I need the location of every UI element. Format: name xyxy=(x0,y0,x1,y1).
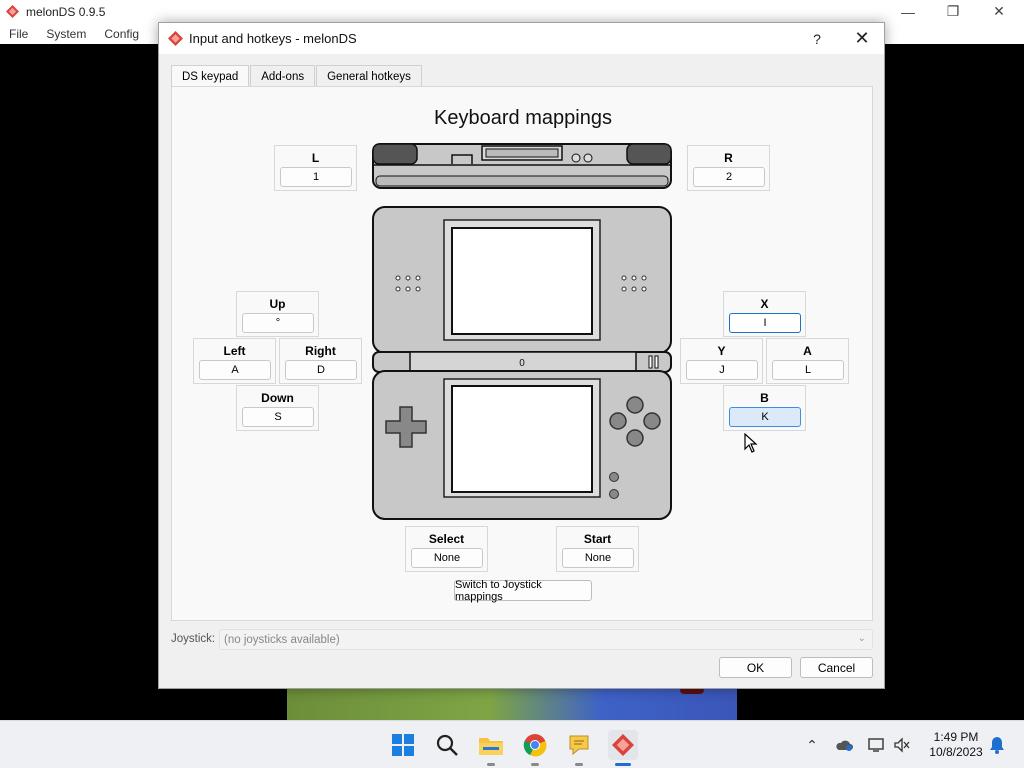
search-icon[interactable] xyxy=(433,731,461,759)
taskbar: ⌃ 1:49 PM 10/8/2023 xyxy=(0,720,1024,768)
start-icon[interactable] xyxy=(389,731,417,759)
mapping-left: Left A xyxy=(193,338,276,384)
melonds-dialog-icon xyxy=(168,31,183,46)
cancel-button[interactable]: Cancel xyxy=(800,657,873,678)
menu-file[interactable]: File xyxy=(0,27,37,41)
mapping-label-select: Select xyxy=(428,532,465,546)
melonds-running-indicator xyxy=(615,763,631,766)
dialog-title: Input and hotkeys - melonDS xyxy=(189,31,357,46)
ds-bottom-half xyxy=(372,370,672,520)
key-button-up[interactable]: ° xyxy=(242,313,314,333)
joystick-select[interactable]: (no joysticks available) ⌄ xyxy=(219,629,873,650)
close-dialog-button[interactable]: ✕ xyxy=(839,23,885,54)
volume-muted-icon[interactable] xyxy=(891,735,913,755)
mapping-l: L 1 xyxy=(274,145,357,191)
onedrive-icon[interactable] xyxy=(833,735,855,755)
mapping-b: B K xyxy=(723,385,806,431)
ds-keypad-panel: Keyboard mappings 0 L 1 R 2 Up ° Left A … xyxy=(171,86,873,621)
joystick-label: Joystick: xyxy=(171,633,216,645)
close-app-button[interactable]: ✕ xyxy=(976,0,1022,23)
key-button-y[interactable]: J xyxy=(686,360,758,380)
mapping-label-b: B xyxy=(760,391,769,405)
joystick-select-value: (no joysticks available) xyxy=(224,633,340,646)
help-button[interactable]: ? xyxy=(799,23,835,54)
mapping-down: Down S xyxy=(236,385,319,431)
game-screen xyxy=(287,688,737,720)
mapping-label-right: Right xyxy=(305,344,336,358)
key-button-start[interactable]: None xyxy=(562,548,634,568)
nintendo-ds-illustration: 0 xyxy=(372,143,672,520)
tab-ds-keypad[interactable]: DS keypad xyxy=(171,65,250,88)
key-button-r[interactable]: 2 xyxy=(693,167,765,187)
tab-general-hotkeys[interactable]: General hotkeys xyxy=(316,65,422,87)
restore-button[interactable]: ❐ xyxy=(930,0,976,23)
app-titlebar: melonDS 0.9.5 — ❐ ✕ xyxy=(0,0,1024,23)
melonds-app-icon xyxy=(6,5,19,18)
key-button-l[interactable]: 1 xyxy=(280,167,352,187)
mapping-label-down: Down xyxy=(261,391,294,405)
mapping-label-left: Left xyxy=(223,344,246,358)
key-button-a[interactable]: L xyxy=(772,360,844,380)
notification-bell-icon[interactable] xyxy=(986,735,1008,755)
mapping-r: R 2 xyxy=(687,145,770,191)
mapping-right: Right D xyxy=(279,338,362,384)
network-icon[interactable] xyxy=(865,735,887,755)
mapping-label-a: A xyxy=(803,344,812,358)
ds-top-half xyxy=(372,206,672,354)
key-button-right[interactable]: D xyxy=(285,360,357,380)
notes-running-indicator xyxy=(575,763,583,766)
switch-to-joystick-button[interactable]: Switch to Joystick mappings xyxy=(454,579,592,603)
key-button-down[interactable]: S xyxy=(242,407,314,427)
page-title: Keyboard mappings xyxy=(434,107,612,129)
clock-date: 10/8/2023 xyxy=(929,745,983,759)
chevron-down-icon: ⌄ xyxy=(857,633,866,644)
tab-add-ons[interactable]: Add-ons xyxy=(250,65,316,87)
mapping-label-up: Up xyxy=(269,297,286,311)
input-hotkeys-dialog: Input and hotkeys - melonDS ? ✕ DS keypa… xyxy=(158,22,885,689)
mapping-start: Start None xyxy=(556,526,639,572)
mapping-label-r: R xyxy=(724,151,733,165)
chevron-up-icon[interactable]: ⌃ xyxy=(801,735,823,755)
mapping-label-start: Start xyxy=(583,532,612,546)
mapping-label-l: L xyxy=(311,151,320,165)
app-title: melonDS 0.9.5 xyxy=(26,4,106,19)
mapping-y: Y J xyxy=(680,338,763,384)
dialog-titlebar: Input and hotkeys - melonDS ? ✕ xyxy=(159,23,884,54)
ds-power-led-label: 0 xyxy=(519,358,525,369)
mapping-a: A L xyxy=(766,338,849,384)
key-button-b[interactable]: K xyxy=(729,407,801,427)
minimize-button[interactable]: — xyxy=(885,0,931,23)
notes-icon[interactable] xyxy=(565,731,593,759)
ds-shoulder-view xyxy=(372,143,672,189)
clock-time: 1:49 PM xyxy=(933,730,979,744)
mapping-x: X I xyxy=(723,291,806,337)
menu-system[interactable]: System xyxy=(37,27,95,41)
key-button-x[interactable]: I xyxy=(729,313,801,333)
mapping-up: Up ° xyxy=(236,291,319,337)
system-clock[interactable]: 1:49 PM 10/8/2023 xyxy=(918,730,994,760)
mapping-label-y: Y xyxy=(717,344,726,358)
mapping-select: Select None xyxy=(405,526,488,572)
mapping-label-x: X xyxy=(760,297,769,311)
key-button-select[interactable]: None xyxy=(411,548,483,568)
ds-hinge: 0 xyxy=(372,351,672,373)
chrome-running-indicator xyxy=(531,763,539,766)
melonds-icon[interactable] xyxy=(608,730,638,760)
key-button-left[interactable]: A xyxy=(199,360,271,380)
menu-config[interactable]: Config xyxy=(95,27,148,41)
file-explorer-icon[interactable] xyxy=(477,731,505,759)
joystick-row: Joystick: (no joysticks available) ⌄ xyxy=(171,629,873,651)
mouse-cursor-icon xyxy=(744,433,758,453)
tab-bar: DS keypad Add-ons General hotkeys xyxy=(171,65,423,88)
chrome-icon[interactable] xyxy=(521,731,549,759)
explorer-running-indicator xyxy=(487,763,495,766)
ok-button[interactable]: OK xyxy=(719,657,792,678)
